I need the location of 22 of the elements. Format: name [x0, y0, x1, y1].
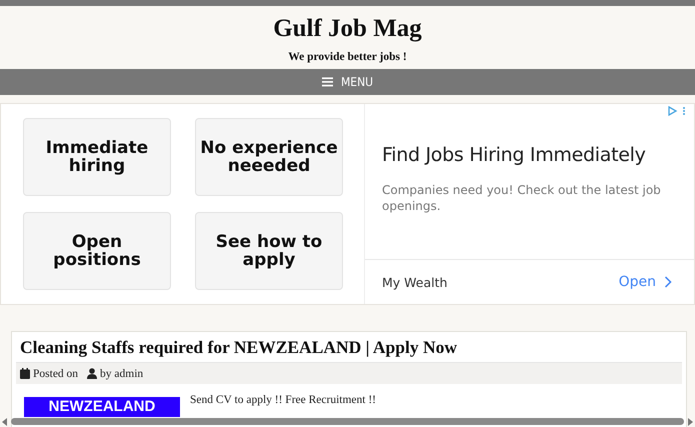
- post-excerpt: Send CV to apply !! Free Recruitment !!: [190, 394, 376, 408]
- advertiser-name: My Wealth: [382, 274, 448, 290]
- menu-button[interactable]: MENU: [318, 73, 378, 91]
- posted-on-label: Posted on: [33, 368, 78, 380]
- site-title[interactable]: Gulf Job Mag: [273, 14, 422, 44]
- menu-icon: [322, 77, 333, 87]
- ad-description: Companies need you! Check out the latest job openings.: [382, 182, 662, 214]
- chevron-icon: [664, 276, 672, 288]
- ad-option-button[interactable]: Immediate hiring: [23, 118, 171, 196]
- ad-option-button[interactable]: Open positions: [23, 212, 171, 290]
- site-tagline: We provide better jobs !: [288, 51, 407, 63]
- open-link[interactable]: Open: [618, 274, 672, 290]
- post-thumbnail[interactable]: NEWZEALAND: [24, 397, 180, 417]
- scroll-left-icon[interactable]: [2, 418, 8, 426]
- scrollbar-thumb[interactable]: [11, 418, 684, 425]
- ad-option-button[interactable]: See how to apply: [195, 212, 343, 290]
- ad-choices-icon[interactable]: [668, 106, 688, 116]
- calendar-icon: [20, 368, 30, 379]
- user-icon: [87, 368, 98, 379]
- ad-option-button[interactable]: No experience neeeded: [195, 118, 343, 196]
- ad-headline[interactable]: Find Jobs Hiring Immediately: [382, 144, 678, 166]
- author-link[interactable]: by admin: [100, 368, 144, 380]
